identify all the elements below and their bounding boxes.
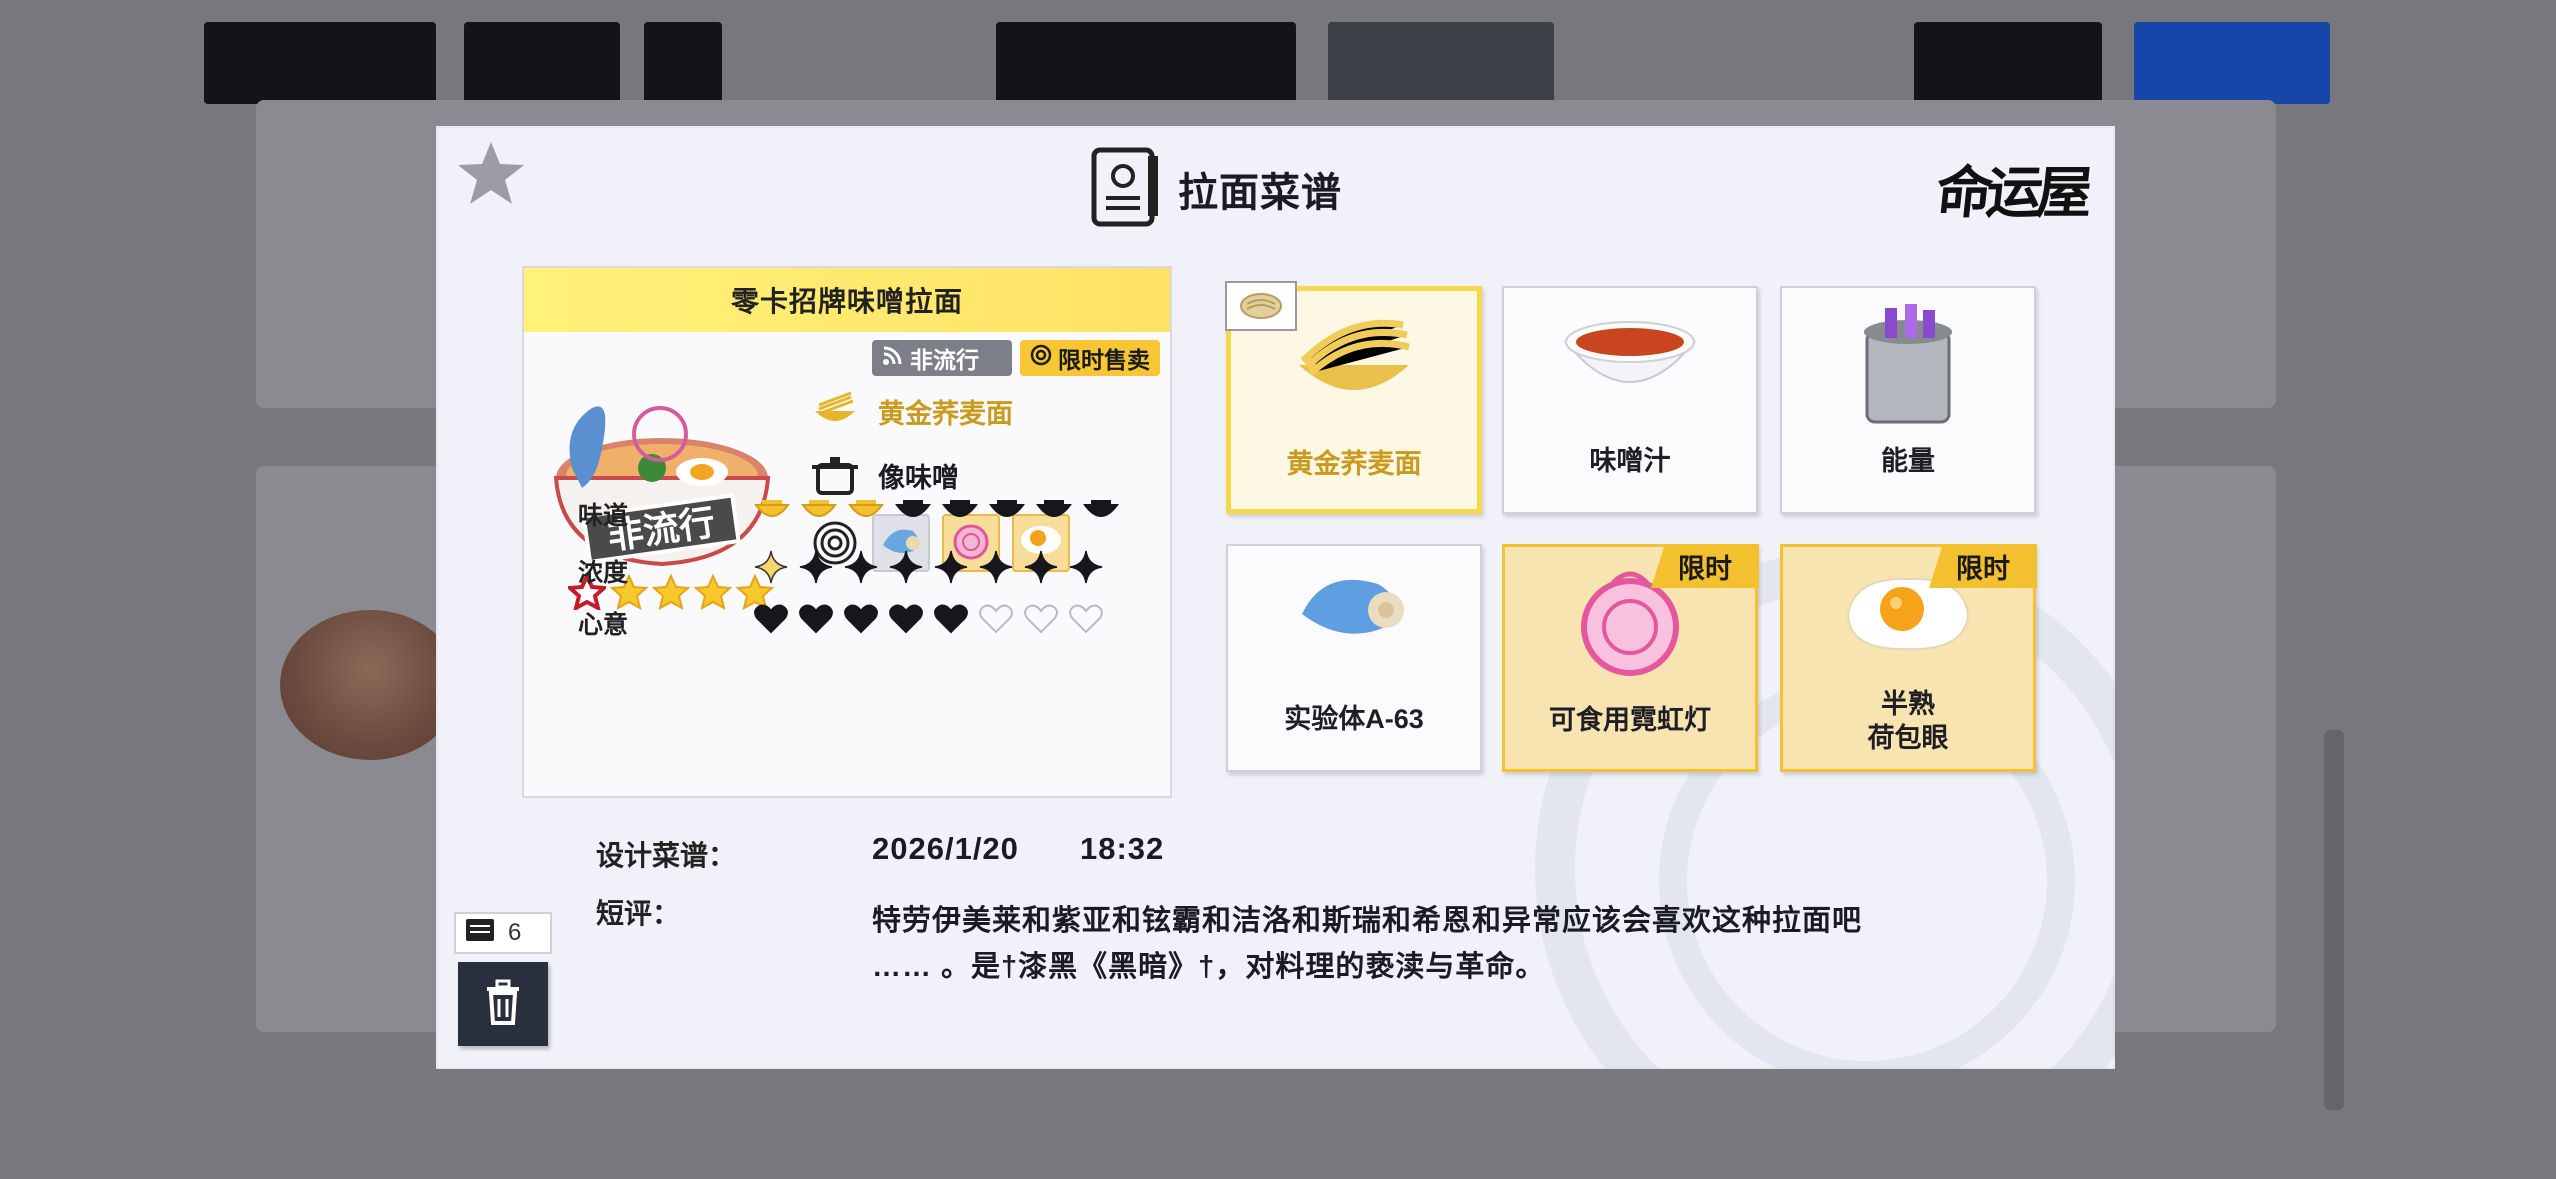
trash-icon (483, 979, 523, 1030)
sparkle-icon (1024, 550, 1058, 591)
bowl-icon (989, 497, 1025, 532)
ingredient-card[interactable]: 味噌汁 (1502, 286, 1758, 514)
favorite-star-icon[interactable] (456, 140, 526, 206)
delete-button[interactable] (458, 962, 548, 1046)
soup-row: 像味噌 (810, 452, 959, 498)
bg-back-button (204, 22, 436, 104)
review-text: 特劳伊美莱和紫亚和铉霸和洁洛和斯瑞和希恩和异常应该会喜欢这种拉面吧 …… 。是†… (872, 898, 1972, 990)
design-time: 18:32 (1080, 831, 1165, 866)
sparkle-icon (754, 550, 788, 591)
heart-icon (799, 604, 833, 641)
limited-badge: 限时 (1929, 544, 2037, 588)
ingredient-card[interactable]: 黄金荞麦面 (1225, 281, 1482, 514)
recipe-card-icon (464, 917, 496, 950)
sparkle-icon (889, 550, 923, 591)
review-line: 特劳伊美莱和紫亚和铉霸和洁洛和斯瑞和希恩和异常应该会喜欢这种拉面吧 (872, 905, 1863, 937)
ingredient-card[interactable]: 能量 (1780, 286, 2036, 514)
tag-label: 限时售卖 (1058, 347, 1150, 373)
sparkle-icon (799, 550, 833, 591)
bg-topbar-button (1914, 22, 2102, 104)
heart-icon (889, 604, 923, 641)
stat-label: 浓度 (578, 558, 629, 587)
tag-limited-sale: 限时售卖 (1020, 340, 1160, 376)
modal-title: 拉面菜谱 (1178, 171, 1342, 215)
shop-logo: 命运屋 (1933, 160, 2090, 226)
ingredient-card[interactable]: 半熟 荷包眼 限时 (1780, 544, 2037, 772)
noodles-icon (810, 388, 860, 434)
stat-row: 心意 (578, 604, 1103, 641)
stat-label: 心意 (578, 610, 629, 639)
sea-cucumber-icon (1228, 560, 1480, 650)
review-line: …… 。是†漆黑《黑暗》†，对料理的亵渎与革命。 (872, 951, 1546, 983)
ingredient-card[interactable]: 实验体A-63 (1226, 544, 1482, 772)
heart-icon (979, 604, 1013, 641)
recipe-count-badge: 6 (454, 912, 552, 954)
bowl-icon (1036, 497, 1072, 532)
recipe-book-icon (1088, 146, 1164, 233)
recipe-info-card: 零卡招牌味噌拉面 非流行 限时售卖 非流行 黄金荞麦面 像味噌 味道 浓度 心意 (522, 266, 1172, 798)
tag-unpopular: 非流行 (872, 340, 1012, 376)
heart-icon (1069, 604, 1103, 641)
ingredient-label: 实验体A-63 (1284, 704, 1424, 734)
sparkle-icon (1069, 550, 1103, 591)
heart-icon (844, 604, 878, 641)
sparkle-icon (934, 550, 968, 591)
bg-topbar-button (644, 22, 722, 104)
heart-icon (934, 604, 968, 641)
bg-topbar-button (1328, 22, 1554, 104)
bowl-icon (848, 497, 884, 532)
review-label: 短评： (596, 898, 681, 929)
recipe-name: 零卡招牌味噌拉面 (524, 268, 1170, 332)
recipe-count: 6 (508, 919, 522, 946)
bg-blue-button (2134, 22, 2330, 104)
tag-label: 非流行 (910, 347, 979, 373)
stat-row: 浓度 (578, 550, 1103, 591)
soup-name: 像味噌 (878, 462, 959, 493)
ingredient-label: 半熟 荷包眼 (1867, 689, 1949, 753)
design-label: 设计菜谱： (596, 840, 737, 871)
bg-scrollbar (2324, 730, 2344, 1110)
noodle-thumb-icon (1225, 281, 1297, 331)
limited-badge: 限时 (1651, 544, 1759, 588)
signal-icon (882, 345, 904, 372)
heart-icon (754, 604, 788, 641)
noodle-name: 黄金荞麦面 (878, 398, 1013, 429)
bowl-icon (801, 497, 837, 532)
energy-pot-icon (1782, 302, 2034, 432)
bowl-icon (895, 497, 931, 532)
sparkle-icon (844, 550, 878, 591)
noodle-row: 黄金荞麦面 (810, 388, 1013, 434)
modal-title-wrap: 拉面菜谱 (1088, 146, 1342, 232)
bowl-icon (1083, 497, 1119, 532)
recipe-modal: 拉面菜谱 命运屋 零卡招牌味噌拉面 非流行 限时售卖 非流行 黄金荞麦面 像味噌… (436, 126, 2115, 1069)
ingredient-label: 味噌汁 (1589, 446, 1671, 476)
stat-label: 味道 (578, 502, 629, 530)
soup-icon (1504, 302, 1756, 402)
bg-topbar-button (996, 22, 1296, 104)
stat-meter (754, 497, 1119, 532)
pot-icon (810, 452, 860, 498)
ingredient-label: 可食用霓虹灯 (1549, 705, 1711, 735)
swirl-icon (1030, 344, 1052, 372)
bg-topbar-button (464, 22, 620, 104)
heart-icon (1024, 604, 1058, 641)
bowl-icon (754, 497, 790, 532)
ingredient-card[interactable]: 可食用霓虹灯 限时 (1502, 544, 1759, 772)
stat-row: 味道 (578, 496, 1119, 532)
ingredient-label: 黄金荞麦面 (1286, 449, 1422, 479)
design-date: 2026/1/20 (872, 831, 1019, 866)
ingredient-label: 能量 (1881, 446, 1935, 476)
bg-ramen-image (280, 610, 460, 760)
stat-meter (754, 550, 1103, 591)
sparkle-icon (979, 550, 1013, 591)
bowl-icon (942, 497, 978, 532)
stat-meter (754, 604, 1103, 641)
